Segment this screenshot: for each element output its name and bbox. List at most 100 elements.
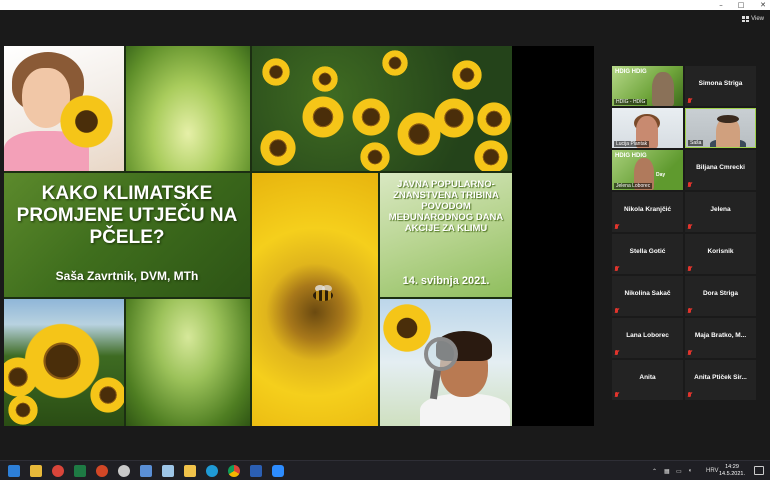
participant-tile[interactable]: Anita Ptiček Sir... [685,360,756,400]
participant-tile[interactable]: HDIG HDIG HDIG - HDIG [612,66,683,106]
participant-label: Saša [688,140,704,146]
muted-mic-icon [687,182,692,188]
presentation-slide: KAKO KLIMATSKE PROMJENE UTJEČU NA PČELE?… [4,46,512,426]
start-icon[interactable] [8,465,20,477]
sunflower-icon [8,395,38,425]
sunflower-icon [312,66,338,92]
sunflower-icon [352,98,390,136]
participant-tile[interactable]: Nikola Kranjčić [612,192,683,232]
participant-label: Lucija Plantak [614,141,650,147]
notification-center-icon[interactable] [754,466,764,475]
hdig-logo: HDIG HDIG [615,69,647,75]
powerpoint-icon[interactable] [96,465,108,477]
girl-with-sunflower-image [4,46,124,171]
muted-mic-icon [687,224,692,230]
participant-tile[interactable]: Jelena [685,192,756,232]
hdig-logo: HDIG HDIG [615,153,647,159]
sunflower-icon [474,140,508,171]
sunflower-field-image [252,46,512,171]
sunflower-icon [260,130,296,166]
sunflower-icon [262,58,290,86]
sunflower-bud-image [126,46,250,171]
sunflower-leaves-image [126,299,250,426]
event-description: JAVNA POPULARNO-ZNANSTVENA TRIBINA POVOD… [388,179,504,234]
slide-author: Saša Zavrtnik, DVM, MTh [55,269,199,283]
minimize-button[interactable]: – [710,0,732,10]
tray-battery-icon[interactable]: ▭ [676,466,682,476]
participant-name: Nikola Kranjčić [624,206,671,213]
participant-tile[interactable]: Biljana Cmrecki [685,150,756,190]
magnifying-glass-icon [424,337,458,371]
sunflower-icon [452,60,482,90]
zoom-icon[interactable] [272,465,284,477]
chrome-old-icon[interactable] [52,465,64,477]
participant-tile[interactable]: Nikolina Sakač [612,276,683,316]
sunflower-closeup-with-bee-image [252,173,378,426]
participant-name: Simona Štriga [698,80,743,87]
notepad-icon[interactable] [162,465,174,477]
participant-tile[interactable]: Dora Štriga [685,276,756,316]
muted-mic-icon [687,308,692,314]
excel-icon[interactable] [74,465,86,477]
file-explorer-icon[interactable] [30,465,42,477]
child-with-magnifier-image [380,299,512,426]
view-button[interactable]: View [742,14,764,24]
paint-icon[interactable] [118,465,130,477]
participant-tile[interactable]: Stella Gotić [612,234,683,274]
muted-mic-icon [614,308,619,314]
sunflower-icon [4,357,38,397]
participant-name: Dora Štriga [702,290,739,297]
close-button[interactable]: ✕ [752,0,770,10]
muted-mic-icon [687,266,692,272]
participant-tile[interactable]: Lana Loborec [612,318,683,358]
meeting-top-bar [0,10,770,30]
tray-chevron-icon[interactable]: ⌃ [652,466,657,476]
sunflower-icon [477,102,511,136]
muted-mic-icon [687,98,692,104]
windows-taskbar: ⌃ ▦ ▭ ◖ HRV 14:29 14.5.2021. [0,460,770,480]
clock-date: 14.5.2021. [719,471,745,477]
tray-network-icon[interactable]: ▦ [664,466,670,476]
participant-tile[interactable]: HDIG HDIG Day Jelena Loborec [612,150,683,190]
media-icon[interactable] [140,465,152,477]
sunflower-icon [59,94,114,149]
participant-tile[interactable]: Maja Bratko, M... [685,318,756,358]
participant-tile[interactable]: Lucija Plantak [612,108,683,148]
background-text: Day [656,172,666,178]
edge-icon[interactable] [206,465,218,477]
muted-mic-icon [687,350,692,356]
sunflower-icon [382,50,408,76]
muted-mic-icon [687,392,692,398]
folder-icon[interactable] [184,465,196,477]
language-indicator[interactable]: HRV [706,466,719,476]
tray-volume-icon[interactable]: ◖ [688,466,692,476]
participant-name: Lana Loborec [626,332,669,339]
bee-icon [307,285,337,305]
sunflower-icon [90,377,124,413]
view-label: View [751,16,764,22]
system-clock[interactable]: 14:29 14.5.2021. [718,464,746,478]
clock-time: 14:29 [725,464,739,470]
participant-tile[interactable]: Korisnik [685,234,756,274]
participant-name: Anita Ptiček Sir... [694,374,747,381]
participant-name: Anita [639,374,656,381]
word-icon[interactable] [250,465,262,477]
participant-label: HDIG - HDIG [614,99,648,105]
shared-screen: KAKO KLIMATSKE PROMJENE UTJEČU NA PČELE?… [4,46,594,426]
participant-tile[interactable]: Anita [612,360,683,400]
maximize-button[interactable]: □ [730,0,752,10]
title-panel: KAKO KLIMATSKE PROMJENE UTJEČU NA PČELE?… [4,173,250,297]
muted-mic-icon [614,224,619,230]
sunflower-icon [24,323,100,399]
event-panel: JAVNA POPULARNO-ZNANSTVENA TRIBINA POVOD… [380,173,512,297]
sunflower-field-sky-image [4,299,124,426]
muted-mic-icon [614,392,619,398]
chrome-icon[interactable] [228,465,240,477]
sunflower-icon [302,96,344,138]
muted-mic-icon [614,350,619,356]
participant-tile-active-speaker[interactable]: Saša [685,108,756,148]
gallery-grid-icon [742,16,750,22]
sunflower-icon [360,142,390,171]
participant-name: Nikolina Sakač [624,290,671,297]
participant-tile[interactable]: Simona Štriga [685,66,756,106]
